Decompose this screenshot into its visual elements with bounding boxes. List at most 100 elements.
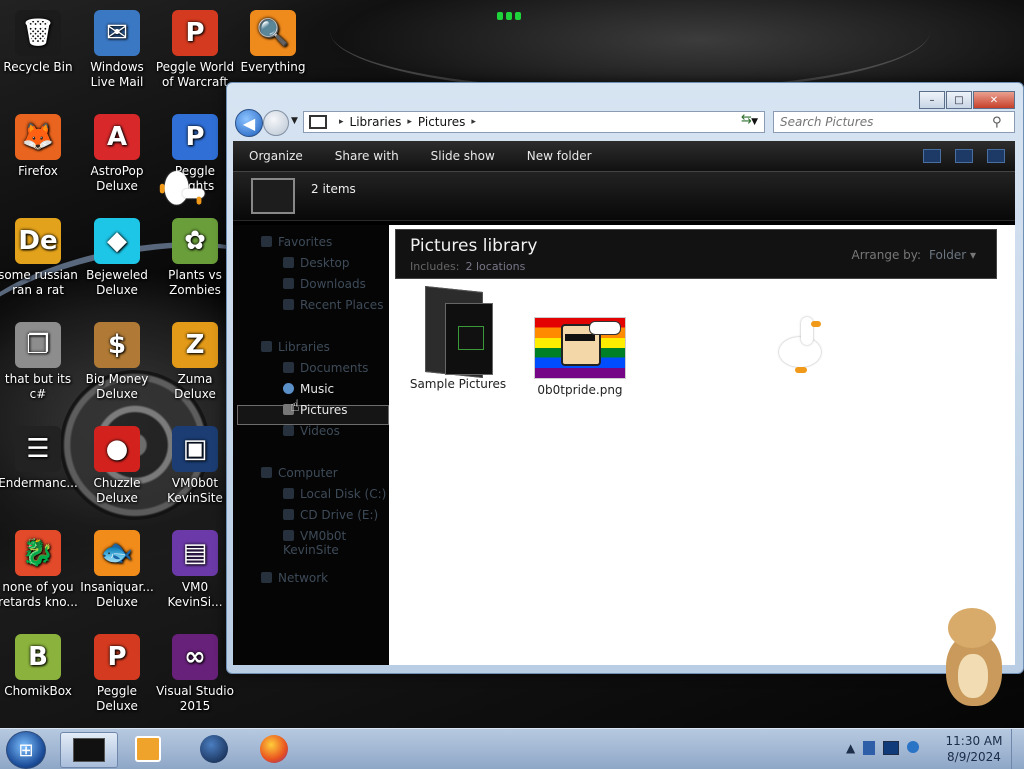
desktop-icon-label: Chuzzle Deluxe [93,476,141,505]
new-folder-button[interactable]: New folder [511,149,608,163]
taskbar-explorer[interactable] [60,732,118,768]
peggle-nights-icon: P [172,114,218,160]
desktop-icon-item[interactable]: ❐ that but its c# [0,316,78,402]
desktop-icon-item[interactable]: ✉ Windows Live Mail [77,4,157,90]
desktop-icon-item[interactable]: ● Chuzzle Deluxe [77,420,157,506]
details-pane: 2 items [233,172,1015,221]
libraries-icon [261,341,272,352]
desktop-icon-label: Windows Live Mail [90,60,144,89]
search-box[interactable]: ⚲ [773,111,1015,133]
monitor-tray-icon[interactable] [883,741,900,755]
window-controls: – □ ✕ [918,91,1015,109]
chevron-down-icon[interactable]: ▾ [970,248,976,262]
recent-pages-dropdown-icon[interactable]: ▼ [291,116,298,126]
taskbar-globe[interactable] [186,732,242,766]
desktop-icon-item[interactable]: P Peggle World of Warcraft [155,4,235,90]
explorer-body: Organize Share with Slide show New folde… [233,141,1015,665]
nav-network[interactable]: Network [261,571,328,585]
nav-recent-places[interactable]: Recent Places [283,298,383,312]
taskbar-media-player[interactable] [120,732,176,766]
desktop-icon-item[interactable]: P Peggle Deluxe [77,628,157,714]
desktop-icon-item[interactable]: ∞ Visual Studio 2015 [155,628,235,714]
title-bar[interactable] [227,83,1023,109]
documents-icon [283,362,294,373]
minimize-button[interactable]: – [919,91,945,109]
nav-local-disk[interactable]: Local Disk (C:) [283,487,386,501]
nav-computer[interactable]: Computer [261,466,338,480]
breadcrumb-pictures[interactable]: Pictures [418,115,466,129]
desktop-icon-item[interactable]: 🐟 Insaniquar... Deluxe [77,524,157,610]
show-hidden-icons-icon[interactable]: ▲ [846,741,855,755]
breadcrumb-separator-icon[interactable]: ▸ [339,117,344,127]
show-desktop-button[interactable] [1011,729,1024,769]
start-button[interactable]: ⊞ [6,731,46,769]
desktop-icon-item[interactable]: ▤ VM0 KevinSi... [155,524,235,610]
desktop-icon-label: ChomikBox [4,684,72,698]
desktop-icon-label: none of you retards kno... [0,580,78,609]
folder-item[interactable]: Sample Pictures [403,285,513,391]
network-tray-icon[interactable] [863,741,876,755]
nav-desktop[interactable]: Desktop [283,256,350,270]
nav-music[interactable]: Music [283,382,334,396]
desktop-icon-item[interactable]: B ChomikBox [0,628,78,699]
downloads-icon [283,278,294,289]
address-bar[interactable]: ▸ Libraries ▸ Pictures ▸ ▼ [303,111,765,133]
image-item[interactable]: 0b0tpride.png [525,317,635,397]
share-with-button[interactable]: Share with [319,149,415,163]
change-view-icon[interactable] [923,149,941,163]
desktop-icon-item[interactable]: 🗑 Recycle Bin [0,4,78,75]
videos-icon [283,425,294,436]
de-icon: De [15,218,61,264]
desktop-goose[interactable] [775,313,833,375]
nav-libraries[interactable]: Libraries [261,340,330,354]
nav-downloads[interactable]: Downloads [283,277,366,291]
close-button[interactable]: ✕ [973,91,1015,109]
recycle-bin-icon: 🗑 [15,10,61,56]
desktop-icon-item[interactable]: 🦊 Firefox [0,108,78,179]
nav-vm-site[interactable]: VM0b0t KevinSite [283,529,389,557]
back-button[interactable]: ◀ [235,109,263,137]
money-bag-icon: $ [94,322,140,368]
slide-show-button[interactable]: Slide show [415,149,511,163]
breadcrumb-separator-icon[interactable]: ▸ [471,117,476,127]
breadcrumb-libraries[interactable]: Libraries [350,115,402,129]
desktop-icon-item[interactable]: ☰ Endermanc... [0,420,78,491]
desktop-goose-2[interactable] [158,168,208,214]
breadcrumb-separator-icon[interactable]: ▸ [407,117,412,127]
taskbar-firefox[interactable] [246,732,302,766]
desktop-icon-item[interactable]: De some russian ran a rat [0,212,78,298]
desktop-icon-item[interactable]: ✿ Plants vs Zombies [155,212,235,298]
explorer-window[interactable]: – □ ✕ ◀ ▼ ▸ Libraries ▸ Pictures ▸ ▼ ⇆ ⚲… [226,82,1024,674]
music-icon [283,383,294,394]
refresh-icon[interactable]: ⇆ [741,112,761,130]
library-locations-link[interactable]: 2 locations [465,260,525,273]
clock[interactable]: 11:30 AM 8/9/2024 [940,733,1008,765]
hamster-pet[interactable] [940,604,1006,708]
desktop-icon-item[interactable]: A AstroPop Deluxe [77,108,157,194]
desktop-icon-label: Everything [240,60,306,74]
dragon-icon: 🐉 [15,530,61,576]
desktop-icon-item[interactable]: ◆ Bejeweled Deluxe [77,212,157,298]
help-icon[interactable] [987,149,1005,163]
chuzzle-icon: ● [94,426,140,472]
arrange-by-dropdown[interactable]: Folder [929,248,966,262]
desktop-icon-item[interactable]: 🔍 Everything [233,4,313,75]
volume-tray-icon[interactable] [907,741,920,753]
desktop-icon-item[interactable]: Z Zuma Deluxe [155,316,235,402]
zuma-icon: Z [172,322,218,368]
desktop-icon-item[interactable]: 🐉 none of you retards kno... [0,524,78,610]
search-input[interactable] [774,114,992,130]
file-list[interactable]: Pictures library Includes: 2 locations Ar… [389,225,1015,665]
folder-name: Sample Pictures [409,377,507,391]
nav-favorites[interactable]: Favorites [261,235,332,249]
forward-button[interactable] [263,110,289,136]
preview-pane-icon[interactable] [955,149,973,163]
maximize-button[interactable]: □ [946,91,972,109]
search-icon[interactable]: ⚲ [992,115,1002,130]
nav-cd-drive[interactable]: CD Drive (E:) [283,508,378,522]
desktop-icon-item[interactable]: ▣ VM0b0t KevinSite [155,420,235,506]
nav-videos[interactable]: Videos [283,424,340,438]
desktop-icon-item[interactable]: $ Big Money Deluxe [77,316,157,402]
organize-button[interactable]: Organize [233,149,319,163]
nav-documents[interactable]: Documents [283,361,368,375]
